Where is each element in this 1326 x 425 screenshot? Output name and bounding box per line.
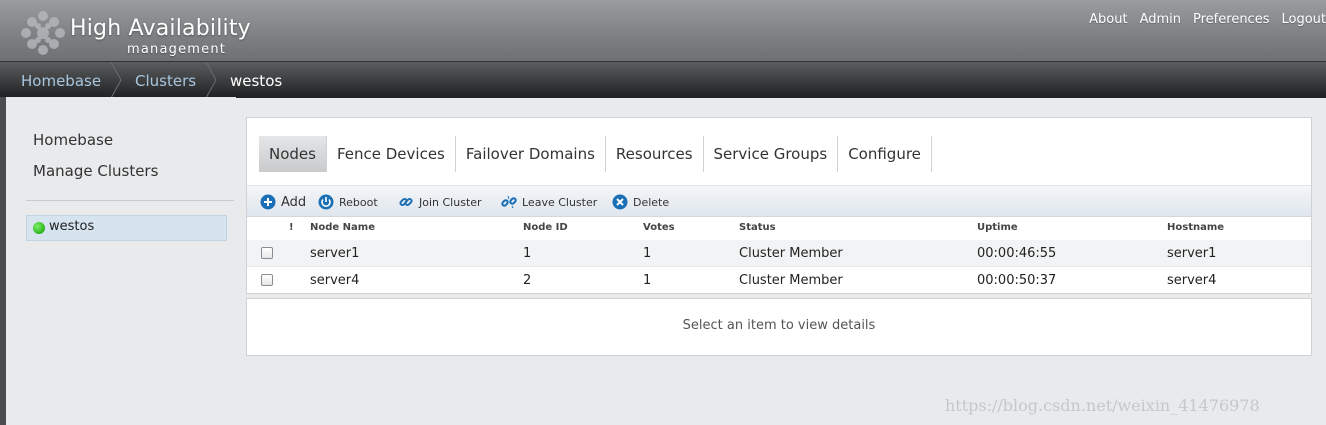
uptime-cell: 00:00:50:37 (977, 273, 1057, 288)
nav-admin-link[interactable]: Admin (1140, 12, 1181, 27)
top-nav: About Admin Preferences Logout (1077, 12, 1326, 27)
column-header-node-id[interactable]: Node ID (523, 222, 568, 233)
details-empty-message: Select an item to view details (682, 318, 876, 333)
sidebar-item-manage-clusters[interactable]: Manage Clusters (33, 162, 158, 180)
tab-service-groups[interactable]: Service Groups (704, 136, 839, 172)
tab-fence-devices[interactable]: Fence Devices (327, 136, 456, 172)
votes-cell: 1 (643, 246, 652, 261)
hostname-cell: server4 (1167, 273, 1217, 288)
app-subtitle: management (127, 42, 227, 57)
node-name-cell: server1 (310, 246, 360, 261)
hostname-cell: server1 (1167, 246, 1217, 261)
column-header-votes[interactable]: Votes (643, 222, 675, 233)
column-header-uptime[interactable]: Uptime (977, 222, 1018, 233)
tab-nodes[interactable]: Nodes (259, 136, 327, 172)
row-checkbox[interactable] (261, 247, 273, 259)
cluster-name: westos (49, 219, 95, 234)
status-cell: Cluster Member (739, 273, 843, 288)
tab-failover-domains[interactable]: Failover Domains (456, 136, 606, 172)
nav-preferences-link[interactable]: Preferences (1193, 12, 1269, 27)
leave-cluster-label: Leave Cluster (522, 195, 598, 209)
breadcrumb: Homebase Clusters westos (0, 61, 1326, 98)
column-header-alert[interactable]: ! (289, 222, 294, 233)
app-header: High Availability management About Admin… (0, 0, 1326, 61)
watermark: https://blog.csdn.net/weixin_41476978 (945, 396, 1260, 415)
logo: High Availability management (8, 4, 251, 60)
reboot-button[interactable]: Reboot (318, 193, 378, 211)
tab-resources[interactable]: Resources (606, 136, 704, 172)
node-id-cell: 2 (523, 273, 532, 288)
uptime-cell: 00:00:46:55 (977, 246, 1057, 261)
sidebar-item-cluster-westos[interactable]: westos (26, 215, 227, 241)
details-panel: Select an item to view details (246, 298, 1312, 356)
delete-label: Delete (633, 195, 670, 209)
link-icon (399, 197, 413, 207)
breadcrumb-homebase[interactable]: Homebase (21, 72, 101, 90)
delete-button[interactable]: Delete (612, 193, 669, 211)
node-name-cell: server4 (310, 273, 360, 288)
join-cluster-button[interactable]: Join Cluster (398, 193, 482, 211)
table-row[interactable]: server4 2 1 Cluster Member 00:00:50:37 s… (247, 266, 1311, 293)
logo-icon (21, 11, 65, 55)
breadcrumb-separator-icon (110, 62, 122, 98)
nodes-table-header: ! Node Name Node ID Votes Status Uptime … (247, 216, 1311, 240)
column-header-hostname[interactable]: Hostname (1167, 222, 1224, 233)
breadcrumb-separator-icon (205, 62, 217, 98)
column-header-status[interactable]: Status (739, 222, 776, 233)
add-icon (260, 194, 276, 210)
status-cell: Cluster Member (739, 246, 843, 261)
tab-configure[interactable]: Configure (838, 136, 932, 172)
broken-link-icon (501, 195, 517, 209)
add-button[interactable]: Add (260, 193, 306, 211)
add-label: Add (281, 194, 307, 210)
nodes-panel: Nodes Fence Devices Failover Domains Res… (246, 117, 1312, 294)
leave-cluster-button[interactable]: Leave Cluster (501, 193, 597, 211)
toolbar: Add Reboot Join Cluster Leave Cluster De… (247, 185, 1311, 217)
join-cluster-label: Join Cluster (419, 195, 482, 209)
app-title: High Availability (70, 16, 251, 41)
node-id-cell: 1 (523, 246, 532, 261)
sidebar-divider (26, 200, 234, 201)
nav-about-link[interactable]: About (1089, 12, 1127, 27)
votes-cell: 1 (643, 273, 652, 288)
nav-logout-link[interactable]: Logout (1281, 12, 1326, 27)
row-checkbox[interactable] (261, 274, 273, 286)
tab-bar: Nodes Fence Devices Failover Domains Res… (259, 136, 932, 172)
reboot-icon (318, 194, 334, 210)
sidebar: Homebase Manage Clusters westos (6, 97, 236, 425)
breadcrumb-current: westos (230, 72, 283, 90)
breadcrumb-clusters[interactable]: Clusters (135, 72, 196, 90)
reboot-label: Reboot (339, 195, 378, 209)
delete-icon (612, 194, 628, 210)
column-header-node-name[interactable]: Node Name (310, 222, 375, 233)
status-online-icon (33, 222, 45, 234)
table-row[interactable]: server1 1 1 Cluster Member 00:00:46:55 s… (247, 240, 1311, 266)
sidebar-item-homebase[interactable]: Homebase (33, 131, 113, 149)
